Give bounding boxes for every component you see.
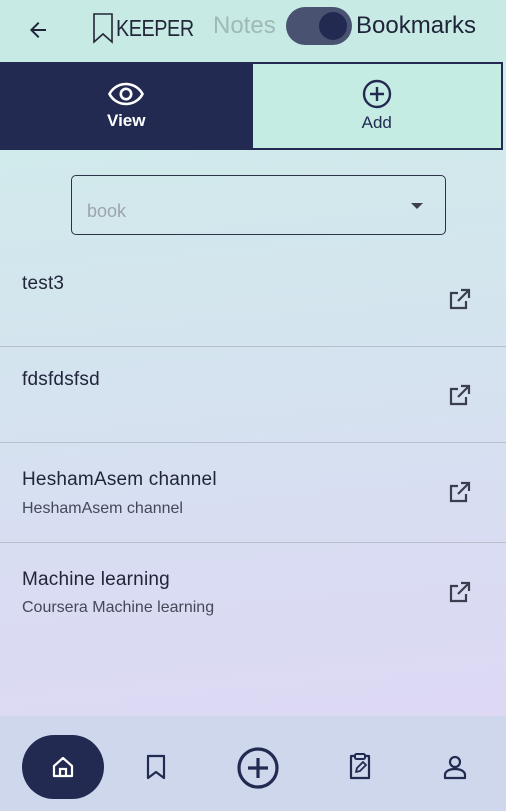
open-in-new-icon [449,384,471,406]
category-dropdown[interactable]: book [71,175,446,235]
open-in-new-icon [449,581,471,603]
bookmark-subtitle: Coursera Machine learning [22,599,215,616]
nav-bookmarks-button[interactable] [140,751,172,783]
home-icon [52,756,74,778]
mode-toggle[interactable] [286,7,352,45]
app-bar: KEEPER Notes Bookmarks [0,0,506,62]
nav-home-button[interactable] [22,735,104,799]
list-item[interactable]: fdsfdsfsd [0,347,506,442]
nav-profile-button[interactable] [439,751,471,783]
bookmark-icon [146,754,166,780]
bookmark-title: fdsfdsfsd [22,369,100,390]
open-in-new-icon [449,481,471,503]
dropdown-selected-value: book [87,201,127,221]
tab-view-label: View [107,111,146,130]
bookmark-title: test3 [22,273,65,294]
person-icon [443,755,467,780]
notes-mode-label: Notes [213,12,276,39]
brand-name: KEEPER [116,14,194,41]
list-item[interactable]: Machine learning Coursera Machine learni… [0,543,506,642]
back-button[interactable] [20,12,56,48]
bottom-navigation [0,716,506,811]
nav-add-button[interactable] [235,745,281,791]
plus-circle-icon [362,79,391,109]
clipboard-edit-icon [349,753,371,780]
caret-down-icon [411,203,423,209]
eye-icon [108,82,145,106]
open-link-button[interactable] [446,478,474,506]
tab-add-label: Add [361,113,392,132]
tab-add[interactable]: Add [250,64,501,148]
bookmark-subtitle: HeshamAsem channel [22,500,183,517]
brand-logo: KEEPER [92,10,206,46]
open-link-button[interactable] [446,381,474,409]
arrow-back-icon [30,22,46,38]
list-item[interactable]: test3 [0,250,506,346]
list-item[interactable]: HeshamAsem channel HeshamAsem channel [0,443,506,542]
bookmark-outline-icon [93,13,113,44]
tab-view[interactable]: View [2,64,251,148]
view-add-tabs: View Add [0,62,503,150]
open-in-new-icon [449,288,471,310]
add-circle-icon [237,747,279,789]
nav-tasks-button[interactable] [344,750,376,782]
toggle-knob [319,12,347,40]
bookmark-title: HeshamAsem channel [22,469,217,490]
open-link-button[interactable] [446,578,474,606]
bookmark-title: Machine learning [22,569,170,590]
open-link-button[interactable] [446,285,474,313]
bookmarks-mode-label: Bookmarks [356,12,477,39]
